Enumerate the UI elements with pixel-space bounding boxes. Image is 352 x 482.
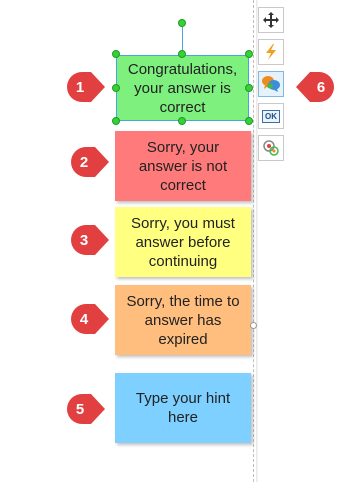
rotation-handle[interactable] bbox=[178, 19, 186, 27]
ok-button-icon: OK bbox=[262, 109, 280, 123]
timeout-caption[interactable]: Sorry, the time to answer has expired bbox=[115, 285, 251, 355]
chat-bubbles-icon bbox=[262, 76, 280, 92]
resize-handle-bottom-right[interactable] bbox=[245, 117, 253, 125]
hint-caption[interactable]: Type your hint here bbox=[115, 373, 251, 443]
resize-handle-top-right[interactable] bbox=[245, 50, 253, 58]
record-effects-icon bbox=[263, 140, 279, 156]
actions-tool[interactable] bbox=[258, 39, 284, 65]
ok-button-tool[interactable]: OK bbox=[258, 103, 284, 129]
lightning-icon bbox=[266, 44, 276, 60]
resize-handle-top[interactable] bbox=[178, 50, 186, 58]
move-tool[interactable] bbox=[258, 7, 284, 33]
effects-tool[interactable] bbox=[258, 135, 284, 161]
timeout-caption-text: Sorry, the time to answer has expired bbox=[126, 292, 240, 348]
resize-handle-top-left[interactable] bbox=[112, 50, 120, 58]
resize-handle-bottom-left[interactable] bbox=[112, 117, 120, 125]
marker-3: 3 bbox=[69, 223, 109, 257]
incomplete-caption[interactable]: Sorry, you must answer before continuing bbox=[115, 207, 251, 277]
resize-handle-bottom[interactable] bbox=[178, 117, 186, 125]
marker-2: 2 bbox=[69, 145, 109, 179]
failure-caption-text: Sorry, your answer is not correct bbox=[138, 138, 228, 194]
resize-handle-right[interactable] bbox=[245, 84, 253, 92]
marker-1: 1 bbox=[65, 70, 105, 104]
slide-resize-handle[interactable] bbox=[250, 322, 257, 329]
marker-5: 5 bbox=[65, 392, 105, 426]
resize-handle-left[interactable] bbox=[112, 84, 120, 92]
failure-caption[interactable]: Sorry, your answer is not correct bbox=[115, 131, 251, 201]
captions-tool[interactable] bbox=[258, 71, 284, 97]
incomplete-caption-text: Sorry, you must answer before continuing bbox=[131, 214, 235, 270]
move-icon bbox=[263, 12, 279, 28]
marker-6: 6 bbox=[296, 70, 336, 104]
slide-border bbox=[253, 0, 254, 482]
marker-4: 4 bbox=[69, 302, 109, 336]
success-caption-text: Congratulations, your answer is correct bbox=[127, 60, 238, 116]
hint-caption-text: Type your hint here bbox=[135, 390, 231, 426]
success-caption[interactable]: Congratulations, your answer is correct bbox=[116, 55, 249, 121]
